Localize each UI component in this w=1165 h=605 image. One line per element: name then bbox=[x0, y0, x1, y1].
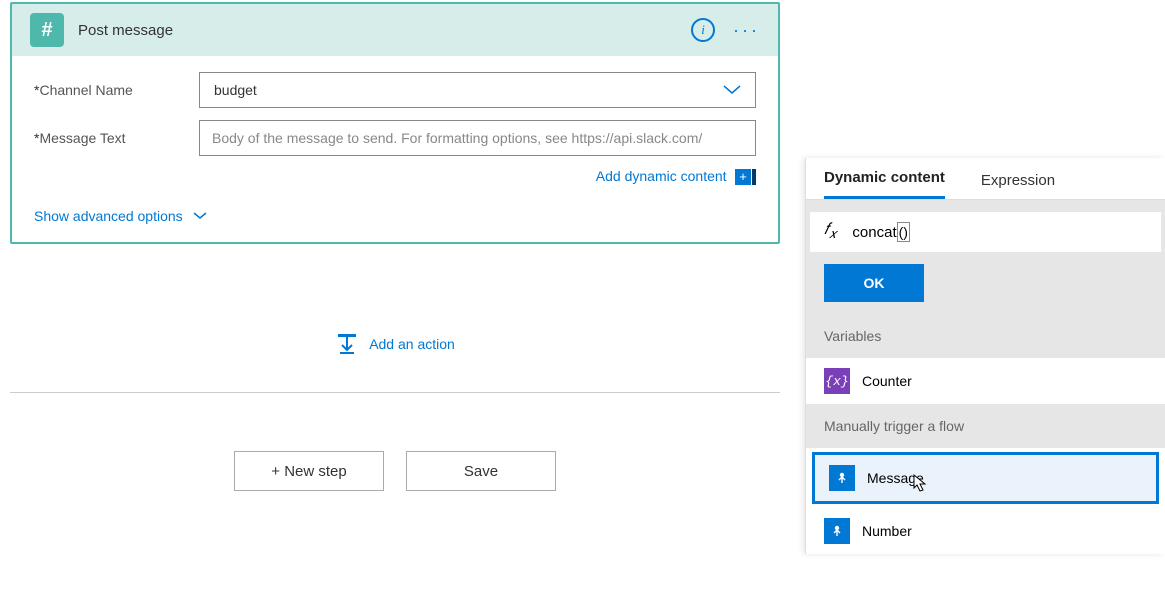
mouse-cursor-icon bbox=[911, 473, 929, 498]
dyn-item-message[interactable]: Message bbox=[812, 452, 1159, 504]
add-dynamic-plus-icon[interactable]: + bbox=[735, 169, 751, 185]
tab-expression[interactable]: Expression bbox=[981, 172, 1055, 199]
message-text-label: *Message Text bbox=[34, 130, 199, 146]
variable-icon: {x} bbox=[824, 368, 850, 394]
bottom-buttons: + New step Save bbox=[0, 451, 790, 491]
chevron-down-icon bbox=[193, 212, 207, 220]
fx-expression-value: concat() bbox=[852, 222, 910, 242]
channel-name-value: budget bbox=[214, 82, 257, 98]
fx-input-row[interactable]: 𝑓𝑥 concat() bbox=[810, 212, 1161, 252]
show-advanced-options[interactable]: Show advanced options bbox=[34, 208, 756, 224]
save-button[interactable]: Save bbox=[406, 451, 556, 491]
trigger-section-label: Manually trigger a flow bbox=[806, 404, 1165, 448]
divider bbox=[10, 392, 780, 393]
message-text-input[interactable]: Body of the message to send. For formatt… bbox=[199, 120, 756, 156]
main-editor-pane: # Post message i ··· *Channel Name budge… bbox=[0, 0, 790, 491]
dyn-item-number[interactable]: Number bbox=[806, 508, 1165, 554]
fx-cursor: () bbox=[897, 222, 910, 242]
slack-hash-icon: # bbox=[30, 13, 64, 47]
message-text-row: *Message Text Body of the message to sen… bbox=[34, 120, 756, 156]
channel-name-row: *Channel Name budget bbox=[34, 72, 756, 108]
flyout-tabs: Dynamic content Expression bbox=[806, 158, 1165, 200]
variables-section-label: Variables bbox=[806, 314, 1165, 358]
dynamic-content-flyout: Dynamic content Expression 𝑓𝑥 concat() O… bbox=[805, 158, 1165, 554]
channel-name-label: *Channel Name bbox=[34, 82, 199, 98]
more-menu-icon[interactable]: ··· bbox=[733, 20, 760, 41]
channel-name-select[interactable]: budget bbox=[199, 72, 756, 108]
card-header[interactable]: # Post message i ··· bbox=[12, 4, 778, 56]
tab-dynamic-content[interactable]: Dynamic content bbox=[824, 169, 945, 199]
ok-button[interactable]: OK bbox=[824, 264, 924, 302]
chevron-down-icon bbox=[723, 82, 741, 98]
message-text-placeholder: Body of the message to send. For formatt… bbox=[212, 130, 702, 146]
card-body: *Channel Name budget *Message Text Body … bbox=[12, 56, 778, 242]
post-message-card: # Post message i ··· *Channel Name budge… bbox=[10, 2, 780, 244]
fx-icon: 𝑓𝑥 bbox=[824, 221, 836, 242]
add-dynamic-row: Add dynamic content + bbox=[34, 168, 756, 186]
add-dynamic-bar-icon bbox=[752, 169, 756, 185]
new-step-button[interactable]: + New step bbox=[234, 451, 384, 491]
add-dynamic-content-link[interactable]: Add dynamic content bbox=[596, 168, 727, 184]
trigger-param-icon bbox=[829, 465, 855, 491]
add-action-icon bbox=[335, 332, 359, 356]
card-title: Post message bbox=[78, 22, 691, 39]
dyn-item-counter[interactable]: {x} Counter bbox=[806, 358, 1165, 404]
expression-input-section: 𝑓𝑥 concat() OK bbox=[806, 200, 1165, 314]
info-icon[interactable]: i bbox=[691, 18, 715, 42]
add-action-button[interactable]: Add an action bbox=[0, 332, 790, 356]
trigger-param-icon bbox=[824, 518, 850, 544]
